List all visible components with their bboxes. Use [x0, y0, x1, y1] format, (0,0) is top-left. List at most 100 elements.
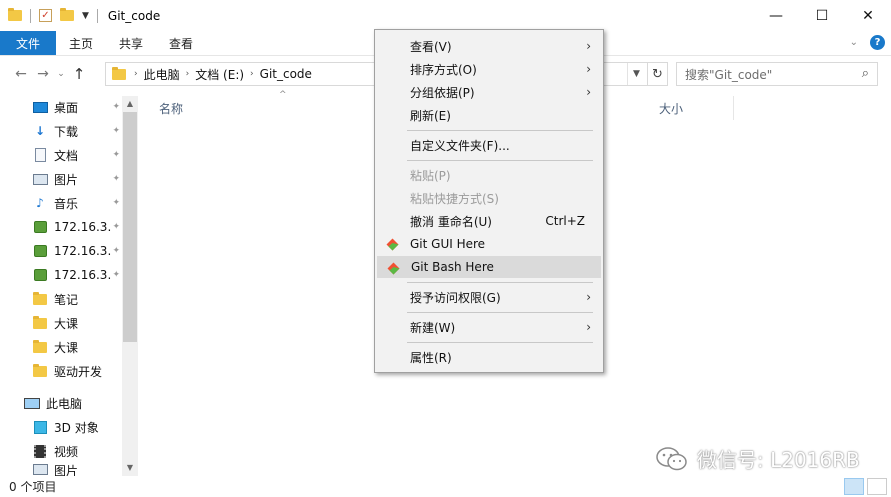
sidebar-item-videos[interactable]: 视频 [32, 440, 122, 462]
folder-icon [33, 291, 47, 305]
scroll-thumb[interactable] [123, 112, 137, 342]
menu-item-group-by[interactable]: 分组依据(P) › [377, 81, 601, 103]
sidebar-item-pictures-pc[interactable]: 图片 [32, 462, 122, 476]
sidebar-item-label: 172.16.3. [54, 268, 112, 282]
column-divider[interactable] [733, 96, 734, 120]
menu-item-undo-rename[interactable]: 撤消 重命名(U) Ctrl+Z [377, 210, 601, 232]
menu-item-view[interactable]: 查看(V) › [377, 35, 601, 57]
toolbar-divider [30, 8, 31, 23]
folder-icon [8, 8, 22, 21]
menu-item-label: 授予访问权限(G) [410, 290, 501, 305]
network-drive-icon [33, 245, 47, 257]
sidebar-item-downloads[interactable]: ↓ 下载 ✦ [32, 120, 122, 142]
ribbon-right-controls: ⌄ ? [850, 35, 885, 50]
status-bar: 0 个项目 [0, 476, 891, 497]
properties-check-icon[interactable]: ✓ [39, 9, 52, 22]
menu-item-new[interactable]: 新建(W) › [377, 316, 601, 338]
minimize-button[interactable]: — [753, 0, 799, 31]
desktop-icon [32, 101, 48, 113]
watermark: 微信号: L2016RB [655, 444, 860, 473]
address-dropdown-icon[interactable]: ▼ [627, 63, 645, 85]
sidebar-item-pictures[interactable]: 图片 ✦ [32, 168, 122, 190]
download-icon: ↓ [34, 124, 46, 138]
tab-share[interactable]: 共享 [106, 31, 156, 55]
tab-file[interactable]: 文件 [0, 31, 56, 55]
tab-view[interactable]: 查看 [156, 31, 206, 55]
submenu-arrow-icon: › [586, 290, 591, 304]
search-icon: ⌕ [861, 66, 869, 81]
menu-item-properties[interactable]: 属性(R) [377, 346, 601, 368]
new-folder-icon[interactable] [60, 8, 74, 21]
breadcrumb-separator-icon: › [250, 69, 254, 79]
maximize-button[interactable]: ☐ [799, 0, 845, 31]
menu-item-git-gui-here[interactable]: Git GUI Here [377, 233, 601, 255]
sidebar-item-network-drive-2[interactable]: 172.16.3. ✦ [32, 240, 122, 262]
network-drive-icon [33, 221, 47, 233]
sidebar-item-music[interactable]: ♪ 音乐 ✦ [32, 192, 122, 214]
title-bar: ✓ ▼ Git_code — ☐ ✕ [0, 0, 891, 31]
folder-icon [33, 363, 47, 377]
close-button[interactable]: ✕ [845, 0, 891, 31]
menu-item-label: 撤消 重命名(U) [410, 214, 492, 229]
refresh-icon[interactable]: ↻ [647, 63, 667, 85]
column-header-name[interactable]: 名称 [159, 100, 183, 117]
sidebar-item-this-pc[interactable]: 此电脑 [24, 392, 122, 414]
breadcrumb-separator-icon: › [134, 69, 138, 79]
pin-icon: ✦ [112, 174, 120, 184]
pin-icon: ✦ [112, 246, 120, 256]
search-input[interactable]: 搜索"Git_code" ⌕ [676, 62, 878, 86]
sidebar-item-network-drive-3[interactable]: 172.16.3. ✦ [32, 264, 122, 286]
breadcrumb-this-pc[interactable]: 此电脑 [144, 66, 180, 83]
music-icon: ♪ [36, 196, 44, 210]
customize-toolbar-dropdown-icon[interactable]: ▼ [82, 11, 89, 21]
pin-icon: ✦ [112, 150, 120, 160]
quick-access-toolbar: ✓ ▼ [8, 8, 98, 23]
sidebar-item-label: 桌面 [54, 100, 79, 115]
menu-item-label: 自定义文件夹(F)... [410, 138, 510, 153]
recent-locations-dropdown-icon[interactable]: ⌄ [54, 69, 68, 79]
sidebar-scrollbar[interactable]: ▲ ▼ [122, 96, 138, 476]
folder-icon [33, 315, 47, 329]
network-drive-icon [33, 269, 47, 281]
menu-separator [407, 160, 593, 161]
up-arrow-icon[interactable]: ↑ [68, 65, 90, 83]
menu-item-give-access[interactable]: 授予访问权限(G) › [377, 286, 601, 308]
sidebar-item-label: 此电脑 [46, 396, 83, 411]
view-toggle-group [844, 478, 887, 495]
sidebar-item-desktop[interactable]: 桌面 ✦ [32, 96, 122, 118]
menu-shortcut: Ctrl+Z [545, 214, 585, 228]
sidebar-item-documents[interactable]: 文档 ✦ [32, 144, 122, 166]
breadcrumb-drive-e[interactable]: 文档 (E:) [195, 66, 244, 83]
sidebar-item-driver-dev[interactable]: 驱动开发 [32, 360, 122, 382]
sidebar-item-notes[interactable]: 笔记 [32, 288, 122, 310]
back-arrow-icon[interactable]: ← [10, 66, 32, 82]
details-view-icon[interactable] [844, 478, 864, 495]
menu-item-customize-folder[interactable]: 自定义文件夹(F)... [377, 134, 601, 156]
menu-item-sort-by[interactable]: 排序方式(O) › [377, 58, 601, 80]
scroll-up-icon[interactable]: ▲ [122, 96, 138, 112]
large-icons-view-icon[interactable] [867, 478, 887, 495]
tab-home[interactable]: 主页 [56, 31, 106, 55]
sidebar-item-label: 172.16.3. [54, 220, 112, 234]
navigation-pane: 桌面 ✦ ↓ 下载 ✦ 文档 ✦ 图片 ✦ ♪ 音乐 ✦ 172.16.3. ✦… [0, 92, 138, 476]
scroll-down-icon[interactable]: ▼ [122, 460, 138, 476]
sidebar-item-label: 视频 [54, 444, 79, 459]
toolbar-divider [96, 8, 98, 23]
breadcrumb-git-code[interactable]: Git_code [260, 67, 312, 81]
sidebar-item-label: 大课 [54, 340, 79, 355]
menu-item-git-bash-here[interactable]: Git Bash Here [377, 256, 601, 278]
column-header-size[interactable]: 大小 [659, 100, 683, 117]
sidebar-item-label: 图片 [54, 172, 79, 187]
submenu-arrow-icon: › [586, 62, 591, 76]
sidebar-item-course-2[interactable]: 大课 [32, 336, 122, 358]
pin-icon: ✦ [112, 102, 120, 112]
sidebar-item-3d-objects[interactable]: 3D 对象 [32, 416, 122, 438]
sidebar-item-course-1[interactable]: 大课 [32, 312, 122, 334]
menu-item-refresh[interactable]: 刷新(E) [377, 104, 601, 126]
folder-icon [33, 339, 47, 353]
sidebar-item-network-drive-1[interactable]: 172.16.3. ✦ [32, 216, 122, 238]
forward-arrow-icon[interactable]: → [32, 66, 54, 82]
expand-ribbon-chevron-icon[interactable]: ⌄ [850, 37, 858, 48]
sidebar-item-label: 大课 [54, 316, 79, 331]
help-icon[interactable]: ? [870, 35, 885, 50]
